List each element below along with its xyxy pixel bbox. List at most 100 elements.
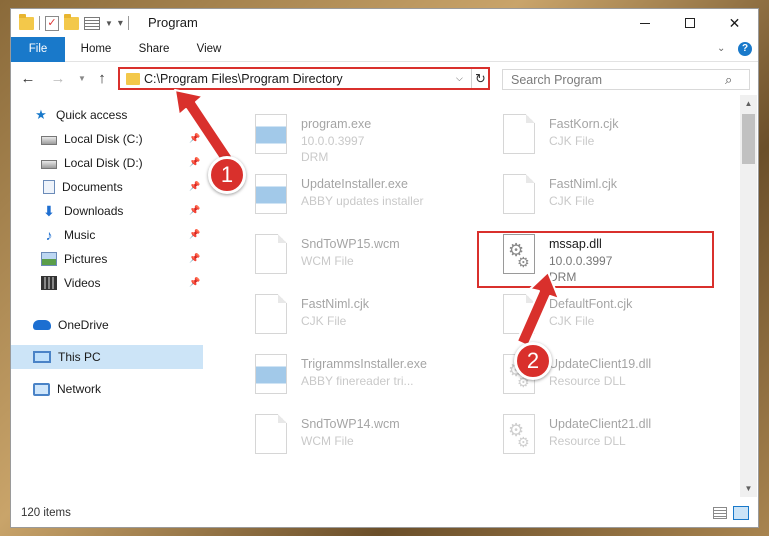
file-item-mssap-dll[interactable]: ⚙ ⚙ mssap.dll 10.0.0.3997 DRM [477,225,707,284]
sidebar-item-network[interactable]: Network [11,377,203,401]
file-name: program.exe [301,117,372,131]
scrollbar-thumb[interactable] [742,114,755,164]
star-icon: ★ [35,107,47,122]
file-item[interactable]: FastKorn.cjk CJK File [477,105,707,161]
sidebar-item-local-disk-c[interactable]: Local Disk (C:) 📌 [11,127,203,151]
pin-icon[interactable]: 📌 [189,157,200,168]
close-icon: ✕ [728,14,741,31]
expand-ribbon-icon[interactable]: ⌄ [717,43,725,54]
file-item[interactable]: TrigrammsInstaller.exe ABBY finereader t… [229,345,459,401]
forward-arrow-icon[interactable]: → [49,69,67,89]
step-badge-1: 1 [208,156,246,194]
minimize-button[interactable] [622,9,667,37]
sidebar-item-music[interactable]: ♪ Music 📌 [11,223,203,247]
file-type: CJK File [549,134,595,148]
tab-view[interactable]: View [187,37,231,62]
sidebar-item-videos[interactable]: Videos 📌 [11,271,203,295]
ribbon-tabs: File Home Share View ⌄ ? [11,37,758,62]
tab-home[interactable]: Home [71,37,121,62]
back-arrow-icon[interactable]: ← [19,69,37,89]
address-path[interactable]: C:\Program Files\Program Directory [144,72,343,86]
file-name: DefaultFont.cjk [549,297,633,311]
network-icon [33,382,50,396]
file-version: 10.0.0.3997 [301,134,365,148]
tab-share[interactable]: Share [129,37,179,62]
file-item[interactable]: UpdateInstaller.exe ABBY updates install… [229,165,459,221]
document-icon [255,414,287,454]
file-name: SndToWP15.wcm [301,237,400,251]
dll-icon: ⚙ ⚙ [503,414,535,454]
up-arrow-icon[interactable]: ↑ [93,69,111,89]
search-box[interactable]: Search Program ⌕ [502,69,750,90]
exe-icon [255,114,287,154]
maximize-button[interactable] [667,9,712,37]
help-icon[interactable]: ? [738,42,752,56]
scroll-down-icon[interactable]: ▼ [740,480,757,497]
view-properties-icon[interactable] [84,16,100,30]
download-icon: ⬇ [43,203,55,219]
sidebar-item-pictures[interactable]: Pictures 📌 [11,247,203,271]
search-input[interactable]: Search Program [511,73,602,87]
pin-icon[interactable]: 📌 [189,277,200,288]
recent-locations-icon[interactable]: ▼ [73,69,91,89]
file-item[interactable]: ⚙ ⚙ UpdateClient21.dll Resource DLL [477,405,707,461]
file-type: WCM File [301,254,354,268]
refresh-icon[interactable]: ↻ [471,69,489,88]
file-type: CJK File [301,314,347,328]
sidebar-item-label: Downloads [64,204,124,218]
pin-icon[interactable]: 📌 [189,181,200,192]
new-folder-icon[interactable] [64,13,79,30]
sidebar-item-local-disk-d[interactable]: Local Disk (D:) 📌 [11,151,203,175]
exe-icon [255,354,287,394]
pin-icon[interactable]: 📌 [189,133,200,144]
close-button[interactable]: ✕ [712,9,757,37]
folder-icon[interactable] [19,13,34,30]
sidebar-item-quick-access[interactable]: ★ Quick access [11,103,203,127]
file-item[interactable]: SndToWP15.wcm WCM File [229,225,459,281]
pin-icon[interactable]: 📌 [189,205,200,216]
documents-icon [43,180,55,194]
scroll-up-icon[interactable]: ▲ [740,95,757,112]
file-description: DRM [549,270,577,284]
file-item[interactable]: FastNiml.cjk CJK File [229,285,459,341]
vertical-scrollbar[interactable]: ▲ ▼ [740,95,757,497]
file-item[interactable]: FastNiml.cjk CJK File [477,165,707,221]
sidebar-item-label: Documents [62,180,123,194]
sidebar-item-label: Network [57,382,102,396]
file-name: FastNiml.cjk [301,297,370,311]
sidebar-item-onedrive[interactable]: OneDrive [11,313,203,337]
music-icon: ♪ [45,227,53,243]
file-list: program.exe 10.0.0.3997 DRM FastKorn.cjk… [215,99,735,499]
window-title: Program [148,15,198,30]
sidebar-item-label: This PC [58,350,101,364]
sidebar-item-label: Music [64,228,96,242]
file-item[interactable]: DefaultFont.cjk CJK File [477,285,707,341]
file-item[interactable]: program.exe 10.0.0.3997 DRM [229,105,459,164]
navigation-bar: ← → ▼ ↑ C:\Program Files\Program Directo… [11,63,758,95]
pin-icon[interactable]: 📌 [189,229,200,240]
search-icon[interactable]: ⌕ [725,72,732,88]
sidebar-item-downloads[interactable]: ⬇ Downloads 📌 [11,199,203,223]
tab-file[interactable]: File [11,37,65,62]
properties-check-icon[interactable]: ✓ [45,15,59,31]
chevron-down-icon[interactable]: ▼ [105,19,113,28]
details-view-icon[interactable] [713,507,727,519]
folder-icon [126,73,140,85]
disk-icon [41,160,57,169]
file-item[interactable]: ⚙ ⚙ UpdateClient19.dll Resource DLL [477,345,707,401]
large-icons-view-icon[interactable] [733,506,749,520]
customize-toolbar-icon[interactable]: ▾ [118,18,123,29]
chevron-down-icon[interactable]: ⌵ [456,73,463,84]
sidebar-item-this-pc[interactable]: This PC [11,345,203,369]
file-type: CJK File [549,314,595,328]
address-bar[interactable]: C:\Program Files\Program Directory ⌵ ↻ [118,67,490,90]
sidebar-item-documents[interactable]: Documents 📌 [11,175,203,199]
navigation-pane: ★ Quick access Local Disk (C:) 📌 Local D… [11,99,203,499]
document-icon [255,294,287,334]
pin-icon[interactable]: 📌 [189,253,200,264]
gear-icon: ⚙ [517,434,530,450]
file-item[interactable]: SndToWP14.wcm WCM File [229,405,459,461]
sidebar-item-label: Videos [64,276,101,290]
file-name: TrigrammsInstaller.exe [301,357,427,371]
videos-icon [41,276,57,290]
